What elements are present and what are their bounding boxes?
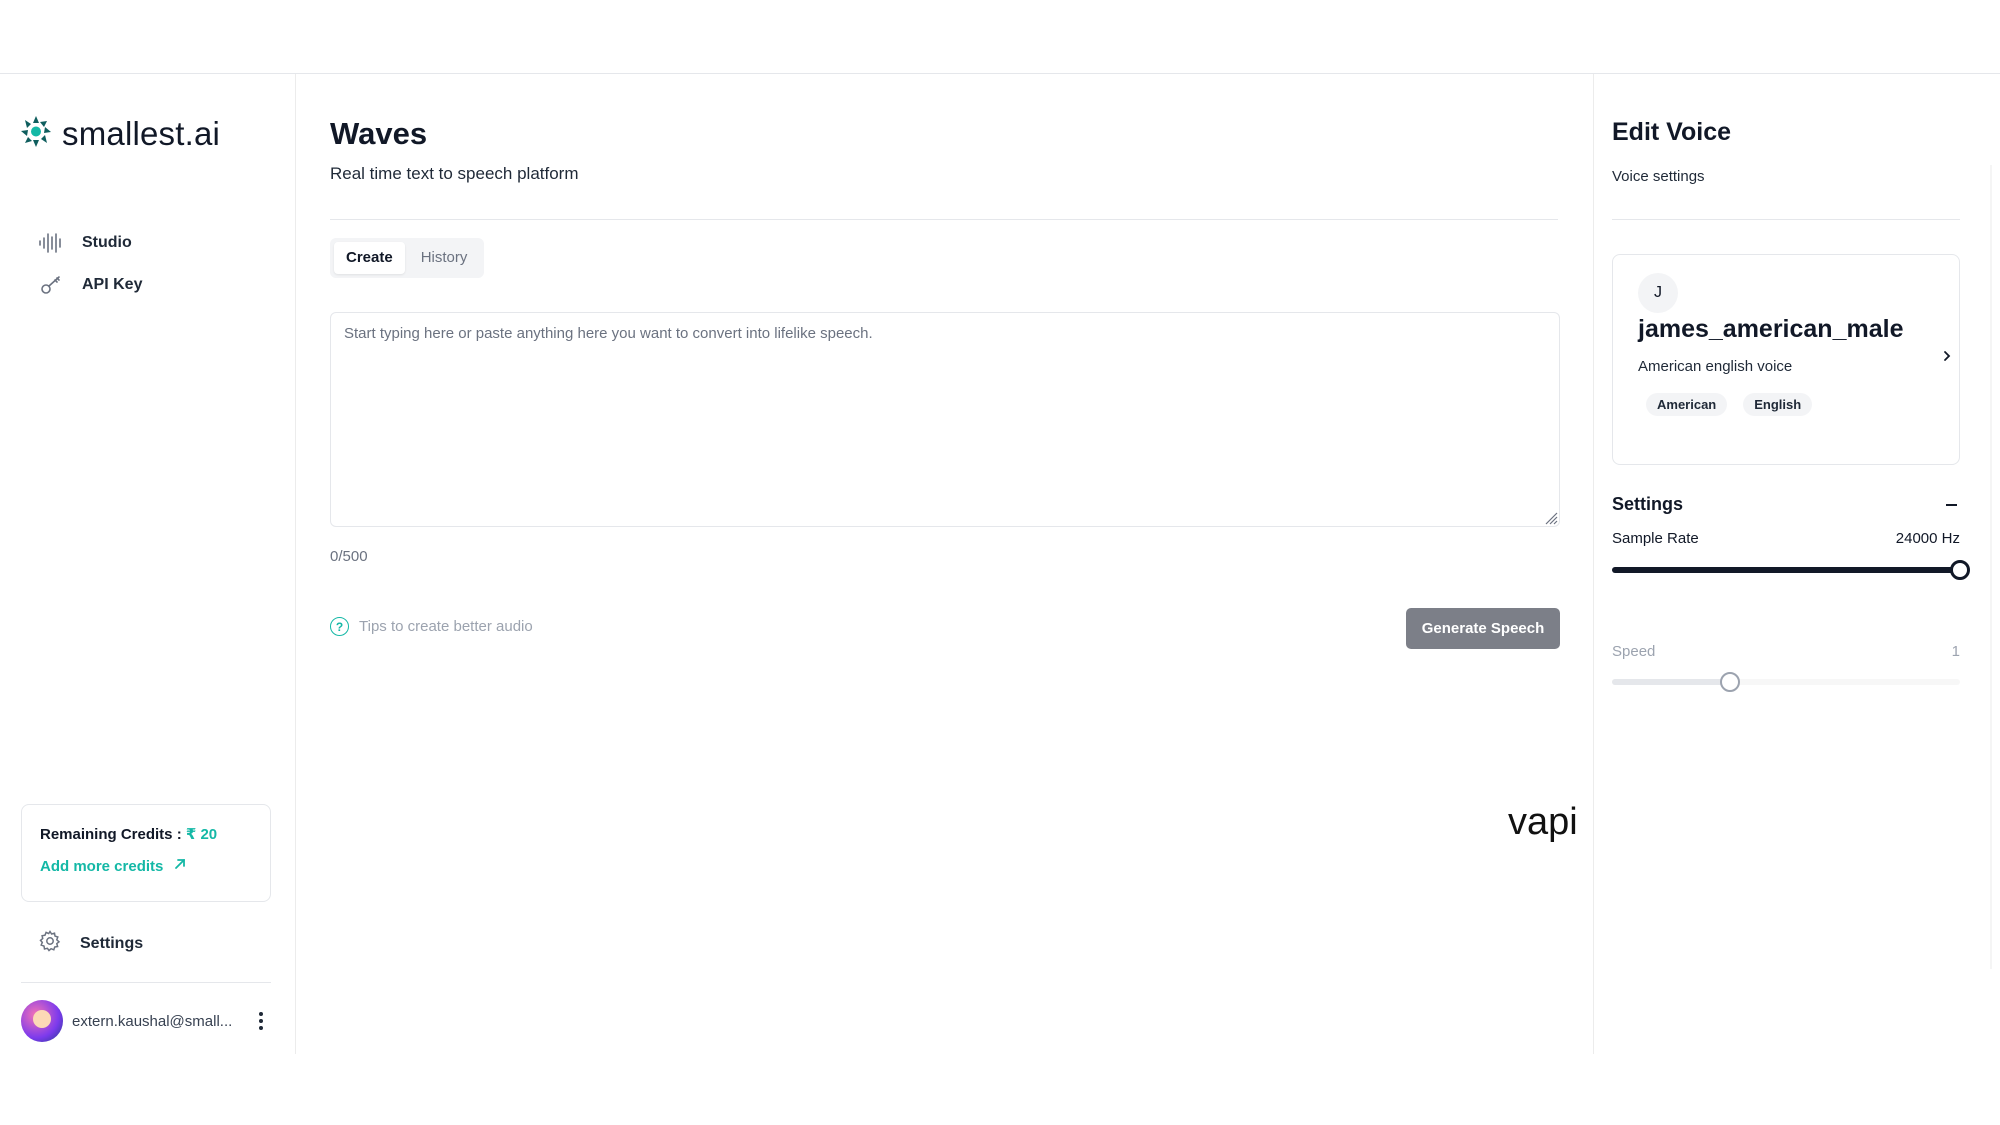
collapse-icon[interactable] [1942, 496, 1960, 514]
credits-amount: ₹ 20 [185, 826, 218, 843]
sidebar-item-label: API Key [82, 276, 143, 293]
add-credits-link[interactable]: Add more credits [40, 857, 252, 875]
character-counter: 0/500 [330, 548, 368, 565]
top-bar [0, 0, 2000, 74]
sidebar-item-label: Studio [82, 234, 132, 251]
speed-value: 1 [1951, 643, 1960, 660]
tag-language: English [1743, 393, 1813, 416]
page-subtitle: Real time text to speech platform [330, 164, 579, 183]
voice-name: james_american_male [1638, 315, 1904, 343]
edit-voice-panel: Edit Voice Voice settings J james_americ… [1593, 74, 1985, 1054]
tips-label: Tips to create better audio [359, 618, 533, 635]
sample-rate-value: 24000 Hz [1895, 530, 1960, 547]
panel-subtitle: Voice settings [1612, 168, 1705, 185]
speed-slider[interactable] [1612, 670, 1960, 694]
more-options-icon[interactable] [251, 1006, 271, 1036]
user-email: extern.kaushal@small... [72, 1012, 233, 1030]
brand[interactable]: smallest.ai [20, 114, 220, 153]
slider-fill [1612, 567, 1960, 573]
gear-icon [38, 929, 62, 958]
credits-line: Remaining Credits : ₹ 20 [40, 825, 252, 843]
vapi-watermark: vapi [1508, 801, 1578, 843]
tab-history[interactable]: History [409, 242, 480, 274]
slider-thumb[interactable] [1950, 560, 1970, 580]
sidebar-item-api-key[interactable]: API Key [38, 272, 142, 298]
tab-create[interactable]: Create [334, 242, 405, 274]
credits-card: Remaining Credits : ₹ 20 Add more credit… [21, 804, 271, 902]
avatar[interactable] [21, 1000, 63, 1042]
add-credits-label: Add more credits [40, 857, 164, 875]
settings-header: Settings [1612, 494, 1960, 515]
divider [21, 982, 271, 983]
sidebar-item-studio[interactable]: Studio [38, 230, 132, 256]
speech-text-input[interactable] [330, 312, 1560, 527]
divider [330, 219, 1558, 220]
sample-rate-row: Sample Rate 24000 Hz [1612, 530, 1960, 547]
question-circle-icon: ? [330, 617, 349, 636]
tab-bar: Create History [330, 238, 484, 278]
user-profile[interactable]: extern.kaushal@small... [21, 999, 271, 1043]
credits-label: Remaining Credits : [40, 826, 182, 843]
voice-card[interactable]: J james_american_male American english v… [1612, 254, 1960, 465]
voice-tags: American English [1646, 393, 1813, 416]
sidebar: smallest.ai Studio API Key Remaining Cre… [0, 74, 296, 1054]
sample-rate-label: Sample Rate [1612, 530, 1699, 547]
speed-label: Speed [1612, 643, 1656, 660]
panel-title: Edit Voice [1612, 118, 1732, 146]
arrow-up-right-icon [173, 857, 187, 875]
divider [1612, 219, 1960, 220]
waveform-icon [38, 230, 64, 256]
brand-name: smallest.ai [62, 114, 221, 152]
slider-fill [1612, 679, 1731, 685]
slider-thumb[interactable] [1720, 672, 1741, 692]
voice-description: American english voice [1638, 358, 1793, 375]
resize-handle-icon[interactable] [1544, 511, 1558, 525]
settings-title: Settings [1612, 494, 1684, 514]
settings-label: Settings [80, 934, 144, 952]
sample-rate-slider[interactable] [1612, 558, 1970, 582]
scrollbar[interactable] [1990, 165, 1992, 969]
sidebar-item-settings[interactable]: Settings [38, 929, 143, 958]
chevron-right-icon[interactable] [1941, 348, 1953, 364]
key-icon [38, 272, 64, 298]
speed-row: Speed 1 [1612, 643, 1960, 660]
generate-speech-button[interactable]: Generate Speech [1406, 608, 1560, 649]
tips-link[interactable]: ? Tips to create better audio [330, 617, 533, 636]
voice-avatar: J [1638, 273, 1678, 313]
smallest-logo-icon [20, 114, 52, 153]
page-title: Waves [330, 116, 428, 151]
tag-accent: American [1646, 393, 1728, 416]
main-content: Waves Real time text to speech platform … [296, 74, 1593, 1054]
